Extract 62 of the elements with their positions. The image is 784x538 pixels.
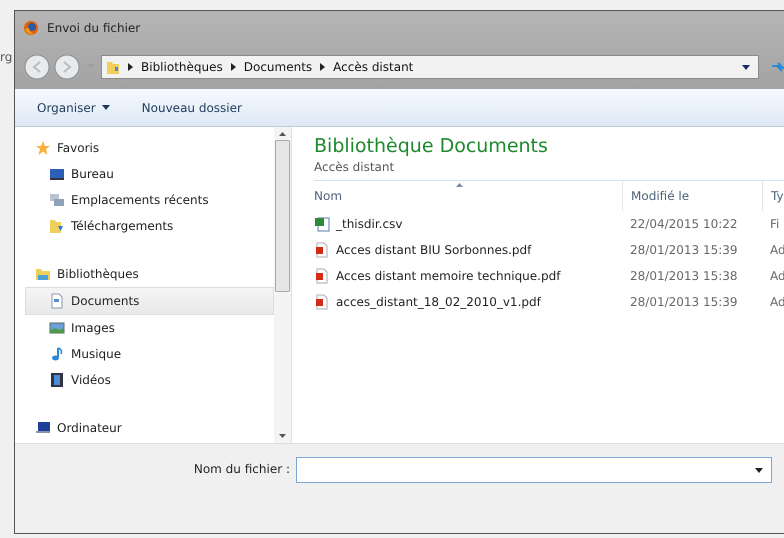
browser-logo-icon <box>23 20 39 36</box>
sidebar-item[interactable]: Vidéos <box>15 367 274 393</box>
chevron-icon[interactable] <box>230 63 236 71</box>
folder-icon <box>106 59 120 75</box>
chevron-icon[interactable] <box>320 63 326 71</box>
pdf-file-icon <box>314 268 330 284</box>
folder-icon <box>35 266 51 282</box>
address-bar[interactable]: Bibliothèques Documents Accès distant <box>101 55 759 79</box>
back-button[interactable] <box>23 53 51 81</box>
dropdown-arrow-icon[interactable] <box>755 468 763 472</box>
scrollbar[interactable] <box>274 127 291 443</box>
file-type: Fi <box>769 217 780 231</box>
column-header[interactable]: Nom <box>314 181 622 211</box>
sidebar-item[interactable]: Téléchargements <box>15 213 274 239</box>
sidebar-group[interactable]: Ordinateur <box>15 415 274 441</box>
modified-date: 22/04/2015 10:22 <box>629 217 739 231</box>
pdf-file-icon <box>314 242 330 258</box>
music-note-icon <box>49 346 65 362</box>
column-header[interactable]: Modifié le <box>622 181 762 211</box>
file-name-field[interactable] <box>296 457 772 483</box>
modified-date: 28/01/2013 15:39 <box>629 295 739 309</box>
spreadsheet-icon <box>314 216 330 232</box>
window-title: Envoi du fichier <box>47 21 140 35</box>
breadcrumb-item[interactable]: Bibliothèques <box>141 60 223 74</box>
sidebar-group[interactable]: Favoris <box>15 135 274 161</box>
sidebar-item[interactable]: Bureau <box>15 161 274 187</box>
scroll-down-icon[interactable] <box>279 434 286 438</box>
caret-icon <box>102 105 110 110</box>
recent-places-icon <box>49 192 65 208</box>
breadcrumb-item[interactable]: Documents <box>244 60 312 74</box>
toolbar-button[interactable]: Nouveau dossier <box>138 98 246 116</box>
toolbar-button[interactable]: Organiser <box>33 98 114 116</box>
sidebar-item[interactable]: Emplacements récents <box>15 187 274 213</box>
sort-arrow-icon <box>456 183 463 187</box>
sidebar-item[interactable]: Musique <box>15 341 274 367</box>
sidebar-item[interactable]: Documents <box>25 287 274 315</box>
sidebar-item[interactable]: Images <box>15 315 274 341</box>
library-subtitle: Accès distant <box>314 160 396 174</box>
column-header[interactable]: Ty <box>762 181 784 211</box>
computer-icon <box>35 420 51 436</box>
document-icon <box>49 293 65 309</box>
dropdown-arrow-icon[interactable] <box>742 64 750 70</box>
background-text: rg <box>0 50 12 64</box>
file-name[interactable]: _thisdir.csv <box>314 216 622 232</box>
library-title: Bibliothèque Documents <box>314 135 549 157</box>
forward-button[interactable] <box>53 53 81 81</box>
file-name[interactable]: Acces distant memoire technique.pdf <box>314 268 622 284</box>
modified-date: 28/01/2013 15:39 <box>629 243 739 257</box>
download-folder-icon <box>49 218 65 234</box>
monitor-icon <box>49 166 65 182</box>
file-name-label: Nom du fichier : <box>192 462 291 476</box>
modified-date: 28/01/2013 15:38 <box>629 269 739 283</box>
star-icon <box>35 140 51 156</box>
breadcrumb-item[interactable]: Accès distant <box>333 60 414 74</box>
chevron-icon[interactable] <box>128 63 133 71</box>
pdf-file-icon <box>314 294 330 310</box>
file-name[interactable]: Acces distant BIU Sorbonnes.pdf <box>314 242 622 258</box>
image-icon <box>49 320 65 336</box>
film-icon <box>49 372 65 388</box>
file-name[interactable]: acces_distant_18_02_2010_v1.pdf <box>314 294 622 310</box>
scroll-up-icon[interactable] <box>279 132 286 136</box>
sidebar-group[interactable]: Bibliothèques <box>15 261 274 287</box>
